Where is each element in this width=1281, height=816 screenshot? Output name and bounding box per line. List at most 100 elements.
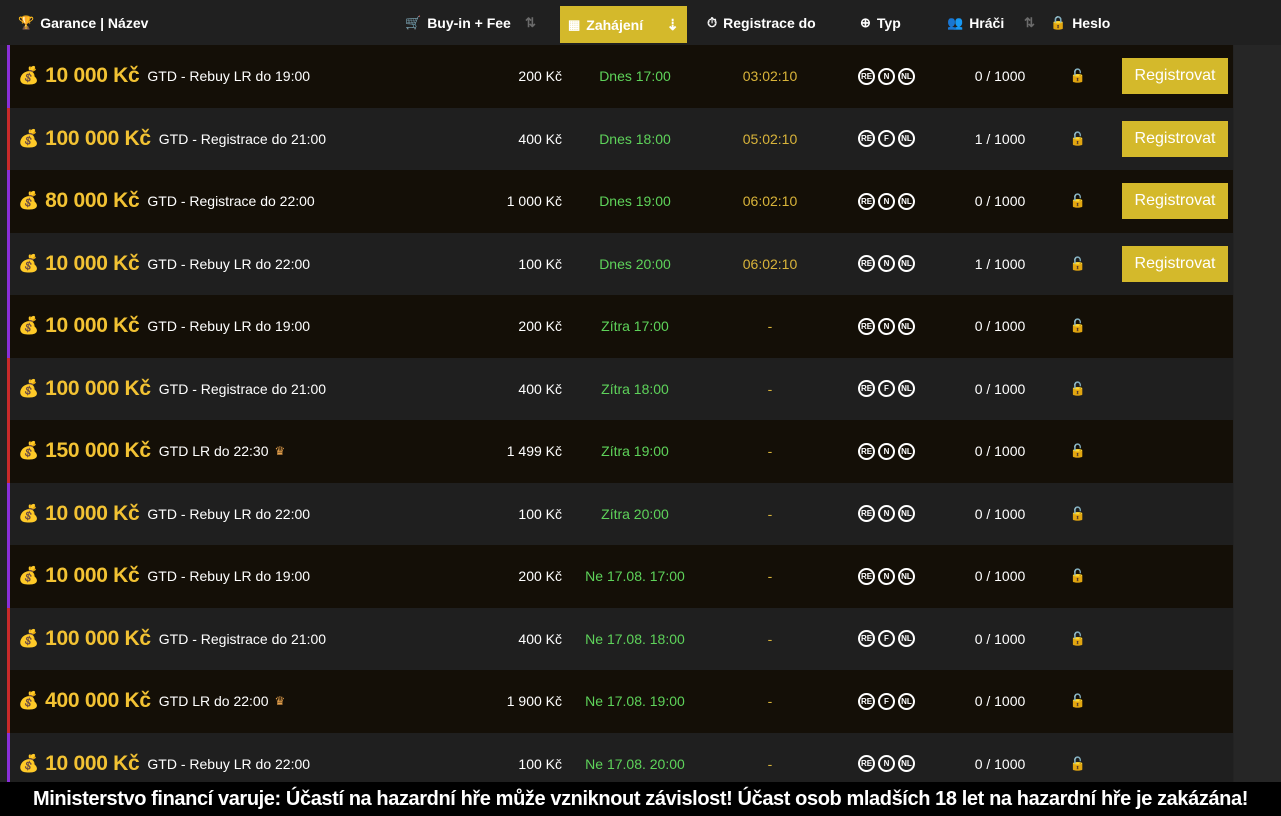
header-garance[interactable]: 🏆 Garance | Název	[18, 0, 148, 45]
buyin-value: 400 Kč	[518, 630, 562, 647]
stopwatch-icon: ⏱	[707, 14, 718, 30]
start-time: Dnes 18:00	[599, 130, 671, 147]
register-button[interactable]: Registrovat	[1122, 58, 1228, 94]
table-row[interactable]: 💰 100 000 Kč GTD - Registrace do 21:00 4…	[7, 107, 1233, 171]
type-badges: RE N NL	[858, 545, 915, 608]
type-badge: RE	[858, 380, 875, 398]
start-time: Dnes 19:00	[599, 193, 671, 210]
registration-countdown: 06:02:10	[742, 255, 798, 272]
header-type[interactable]: ⊕ Typ	[860, 0, 901, 45]
table-row[interactable]: 💰 100 000 Kč GTD - Registrace do 21:00 4…	[7, 357, 1233, 421]
registration-countdown: -	[767, 443, 773, 460]
type-badge: NL	[898, 567, 915, 585]
crown-icon: ♛	[274, 444, 286, 459]
table-row[interactable]: 💰 10 000 Kč GTD - Rebuy LR do 19:00 200 …	[7, 295, 1233, 358]
type-badge: NL	[898, 380, 915, 398]
registration-countdown: -	[767, 380, 773, 397]
start-time: Ne 17.08. 17:00	[585, 568, 685, 585]
buyin-value: 100 Kč	[518, 505, 562, 522]
header-start[interactable]: ▦ Zahájení ⇣	[560, 6, 687, 43]
type-badges: RE F NL	[858, 358, 915, 421]
tournament-name: 💰 10 000 Kč GTD - Rebuy LR do 22:00	[18, 233, 310, 296]
tournament-name: 💰 10 000 Kč GTD - Rebuy LR do 19:00	[18, 45, 310, 108]
type-badge: RE	[858, 255, 875, 273]
type-badge: RE	[858, 67, 875, 85]
players-count: 1 / 1000	[974, 255, 1026, 272]
type-badge: RE	[858, 192, 875, 210]
guarantee-amount: 80 000 Kč	[45, 189, 140, 213]
guarantee-amount: 10 000 Kč	[45, 564, 140, 588]
tournament-title: GTD LR do 22:00	[158, 693, 269, 710]
register-button[interactable]: Registrovat	[1122, 245, 1228, 282]
type-badges: RE F NL	[858, 608, 915, 671]
type-badge: N	[878, 567, 895, 585]
tournament-title: GTD - Rebuy LR do 19:00	[147, 318, 311, 335]
tournament-name: 💰 100 000 Kč GTD - Registrace do 21:00	[18, 358, 326, 421]
register-button[interactable]: Registrovat	[1122, 183, 1228, 219]
buyin-value: 200 Kč	[518, 318, 562, 335]
type-badges: RE N NL	[858, 45, 915, 108]
players-count: 0 / 1000	[974, 505, 1026, 522]
start-time: Ne 17.08. 18:00	[585, 630, 685, 647]
registration-countdown: 05:02:10	[742, 130, 798, 147]
tournament-title: GTD - Rebuy LR do 22:00	[147, 505, 311, 522]
registration-countdown: -	[767, 568, 773, 585]
cart-icon: 🛒	[405, 14, 422, 30]
type-badge: RE	[858, 317, 875, 335]
money-bag-icon: 💰	[18, 691, 40, 711]
tournament-title: GTD - Registrace do 21:00	[158, 630, 327, 647]
users-icon: 👥	[947, 14, 964, 30]
table-row[interactable]: 💰 10 000 Kč GTD - Rebuy LR do 22:00 100 …	[7, 482, 1233, 546]
header-registration[interactable]: ⏱ Registrace do	[707, 0, 816, 45]
players-count: 0 / 1000	[974, 193, 1026, 210]
tournament-title: GTD - Registrace do 22:00	[147, 193, 315, 210]
table-row[interactable]: 💰 80 000 Kč GTD - Registrace do 22:00 1 …	[7, 170, 1233, 233]
type-badge: F	[878, 380, 895, 398]
buyin-value: 1 499 Kč	[506, 443, 562, 460]
type-badge: RE	[858, 505, 875, 523]
table-row[interactable]: 💰 10 000 Kč GTD - Rebuy LR do 19:00 200 …	[7, 545, 1233, 608]
type-badges: RE N NL	[858, 170, 915, 233]
tournament-name: 💰 80 000 Kč GTD - Registrace do 22:00	[18, 170, 315, 233]
type-badges: RE F NL	[858, 108, 915, 171]
table-row[interactable]: 💰 10 000 Kč GTD - Rebuy LR do 19:00 200 …	[7, 45, 1233, 108]
register-button[interactable]: Registrovat	[1122, 120, 1228, 157]
calendar-icon: ▦	[568, 16, 581, 32]
table-row[interactable]: 💰 150 000 Kč GTD LR do 22:30 ♛ 1 499 Kč …	[7, 420, 1233, 483]
table-row[interactable]: 💰 10 000 Kč GTD - Rebuy LR do 22:00 100 …	[7, 232, 1233, 296]
money-bag-icon: 💰	[18, 628, 40, 648]
sort-icon[interactable]: ⇅	[525, 0, 536, 45]
players-count: 0 / 1000	[974, 443, 1026, 460]
header-players[interactable]: 👥 Hráči	[947, 0, 1004, 45]
guarantee-amount: 100 000 Kč	[45, 376, 151, 400]
registration-countdown: -	[767, 318, 773, 335]
table-row[interactable]: 💰 400 000 Kč GTD LR do 22:00 ♛ 1 900 Kč …	[7, 670, 1233, 733]
guarantee-amount: 10 000 Kč	[45, 751, 140, 775]
type-badge: F	[878, 130, 895, 148]
sort-icon[interactable]: ⇅	[1024, 0, 1035, 45]
guarantee-amount: 100 000 Kč	[45, 126, 151, 150]
players-count: 0 / 1000	[974, 318, 1026, 335]
money-bag-icon: 💰	[18, 316, 40, 336]
players-count: 0 / 1000	[974, 568, 1026, 585]
unlock-icon: 🔓	[1069, 318, 1087, 334]
table-row[interactable]: 💰 100 000 Kč GTD - Registrace do 21:00 4…	[7, 607, 1233, 671]
type-badge: N	[878, 67, 895, 85]
type-badges: RE N NL	[858, 420, 915, 483]
unlock-icon: 🔓	[1069, 630, 1087, 646]
tournament-title: GTD - Registrace do 21:00	[158, 380, 327, 397]
type-badge: NL	[898, 442, 915, 460]
tournament-title: GTD - Rebuy LR do 22:00	[147, 255, 311, 272]
money-bag-icon: 💰	[18, 253, 40, 273]
header-password[interactable]: 🔒 Heslo	[1050, 0, 1110, 45]
tournament-name: 💰 10 000 Kč GTD - Rebuy LR do 22:00	[18, 483, 310, 546]
buyin-value: 400 Kč	[518, 130, 562, 147]
type-badge: N	[878, 505, 895, 523]
unlock-icon: 🔓	[1069, 568, 1087, 584]
start-time: Zítra 18:00	[601, 380, 669, 397]
buyin-value: 1 000 Kč	[506, 193, 562, 210]
type-badge: F	[878, 692, 895, 710]
lock-icon: 🔒	[1050, 14, 1067, 30]
guarantee-amount: 100 000 Kč	[45, 626, 151, 650]
header-buyin[interactable]: 🛒 Buy-in + Fee	[405, 0, 511, 45]
